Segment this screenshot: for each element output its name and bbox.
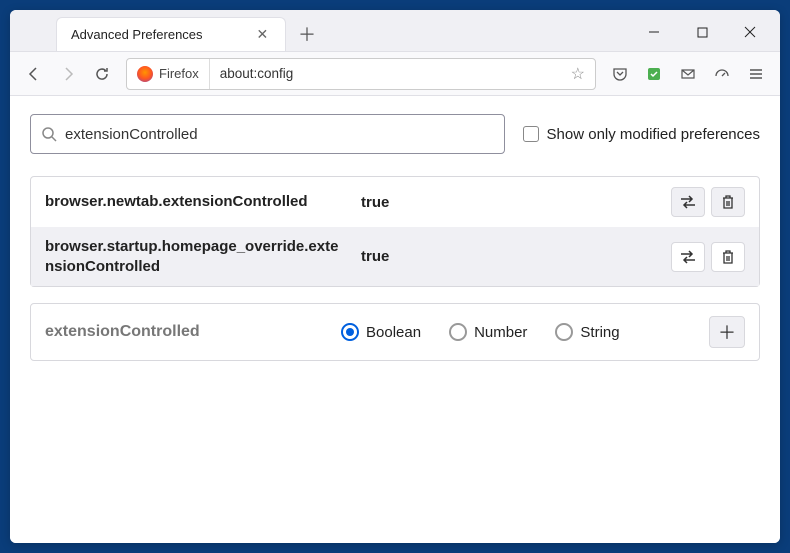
pref-row: browser.newtab.extensionControlled true	[31, 177, 759, 227]
radio-number[interactable]: Number	[449, 323, 527, 341]
radio-label: Boolean	[366, 324, 421, 341]
identity-box[interactable]: Firefox	[127, 59, 210, 89]
bookmark-star-icon[interactable]: ☆	[561, 64, 595, 84]
pref-row: browser.startup.homepage_override.extens…	[31, 227, 759, 286]
toolbar: Firefox about:config ☆	[10, 52, 780, 96]
close-icon[interactable]: ✕	[253, 22, 273, 47]
toggle-button[interactable]	[671, 187, 705, 217]
pref-name: browser.newtab.extensionControlled	[45, 192, 345, 212]
minimize-button[interactable]	[632, 17, 676, 47]
radio-icon	[341, 323, 359, 341]
browser-window: Advanced Preferences ✕ ＋	[10, 10, 780, 543]
radio-icon	[555, 323, 573, 341]
show-modified-checkbox[interactable]: Show only modified preferences	[523, 126, 760, 143]
search-icon	[41, 126, 57, 142]
url-text[interactable]: about:config	[210, 66, 561, 81]
back-button[interactable]	[18, 58, 50, 90]
tab-title: Advanced Preferences	[71, 27, 203, 42]
add-pref-name: extensionControlled	[45, 323, 325, 341]
tab-active[interactable]: Advanced Preferences ✕	[56, 17, 286, 51]
close-window-button[interactable]	[728, 17, 772, 47]
tab-bar: Advanced Preferences ✕ ＋	[10, 10, 780, 52]
extension-icon[interactable]	[638, 58, 670, 90]
toggle-button[interactable]	[671, 242, 705, 272]
mail-icon[interactable]	[672, 58, 704, 90]
pref-value: true	[361, 194, 655, 211]
radio-label: String	[580, 324, 619, 341]
delete-button[interactable]	[711, 242, 745, 272]
pref-name: browser.startup.homepage_override.extens…	[45, 237, 345, 276]
add-pref-row: extensionControlled Boolean Number Strin…	[30, 303, 760, 361]
content-area: Show only modified preferences browser.n…	[10, 96, 780, 543]
window-controls	[632, 17, 780, 51]
search-row: Show only modified preferences	[30, 114, 760, 154]
firefox-icon	[137, 66, 153, 82]
radio-string[interactable]: String	[555, 323, 619, 341]
type-radios: Boolean Number String	[341, 323, 693, 341]
delete-button[interactable]	[711, 187, 745, 217]
pref-value: true	[361, 248, 655, 265]
pocket-icon[interactable]	[604, 58, 636, 90]
url-bar[interactable]: Firefox about:config ☆	[126, 58, 596, 90]
menu-button[interactable]	[740, 58, 772, 90]
search-input[interactable]	[65, 126, 494, 143]
reload-button[interactable]	[86, 58, 118, 90]
radio-boolean[interactable]: Boolean	[341, 323, 421, 341]
identity-label: Firefox	[159, 66, 199, 81]
prefs-table: browser.newtab.extensionControlled true …	[30, 176, 760, 287]
show-modified-label: Show only modified preferences	[547, 126, 760, 143]
radio-label: Number	[474, 324, 527, 341]
add-button[interactable]: ＋	[709, 316, 745, 348]
checkbox-icon	[523, 126, 539, 142]
forward-button[interactable]	[52, 58, 84, 90]
search-box[interactable]	[30, 114, 505, 154]
new-tab-button[interactable]: ＋	[292, 19, 322, 49]
dashboard-icon[interactable]	[706, 58, 738, 90]
maximize-button[interactable]	[680, 17, 724, 47]
toolbar-icons	[604, 58, 772, 90]
radio-icon	[449, 323, 467, 341]
